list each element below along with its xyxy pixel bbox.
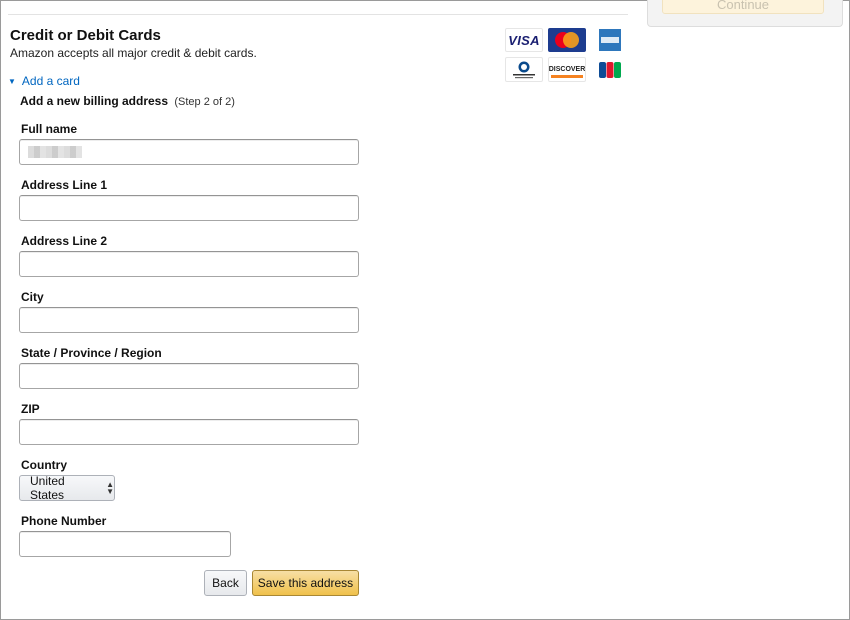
section-title: Credit or Debit Cards bbox=[10, 27, 161, 44]
step-indicator: (Step 2 of 2) bbox=[174, 96, 235, 108]
address-line-1-label: Address Line 1 bbox=[21, 178, 108, 192]
country-selected-value: United States bbox=[30, 474, 65, 502]
discover-stripe bbox=[551, 75, 583, 78]
billing-heading-text: Add a new billing address bbox=[20, 94, 169, 108]
add-card-link[interactable]: ▼ Add a card bbox=[8, 74, 80, 88]
city-input[interactable] bbox=[19, 307, 359, 333]
amex-logo bbox=[591, 28, 629, 52]
full-name-label: Full name bbox=[21, 122, 78, 136]
phone-number-label: Phone Number bbox=[21, 514, 107, 528]
discover-logo-text: DISCOVER bbox=[548, 66, 586, 73]
zip-label: ZIP bbox=[21, 402, 40, 416]
up-down-arrows-icon: ▲ ▼ bbox=[106, 480, 114, 496]
redacted-name bbox=[28, 146, 82, 158]
jcb-logo bbox=[591, 57, 629, 82]
discover-logo: DISCOVER bbox=[548, 57, 586, 82]
state-label: State / Province / Region bbox=[21, 346, 162, 360]
country-label: Country bbox=[21, 458, 67, 472]
state-input[interactable] bbox=[19, 363, 359, 389]
address-line-1-input[interactable] bbox=[19, 195, 359, 221]
top-divider bbox=[8, 14, 628, 15]
address-line-2-label: Address Line 2 bbox=[21, 234, 108, 248]
jcb-icon bbox=[599, 61, 621, 78]
mastercard-logo bbox=[548, 28, 586, 52]
caret-down-icon: ▼ bbox=[8, 76, 16, 86]
billing-address-heading: Add a new billing address (Step 2 of 2) bbox=[20, 94, 235, 108]
mastercard-icon bbox=[555, 32, 579, 48]
amex-icon bbox=[599, 29, 621, 51]
save-address-button[interactable]: Save this address bbox=[252, 570, 359, 596]
zip-input[interactable] bbox=[19, 419, 359, 445]
add-card-label: Add a card bbox=[21, 74, 80, 88]
country-select[interactable]: United States ▲ ▼ bbox=[19, 474, 115, 502]
continue-button[interactable]: Continue bbox=[662, 0, 824, 14]
diners-club-logo bbox=[505, 57, 543, 82]
back-button[interactable]: Back bbox=[204, 570, 247, 596]
address-line-2-input[interactable] bbox=[19, 251, 359, 277]
visa-logo: VISA bbox=[505, 28, 543, 52]
phone-number-input[interactable] bbox=[19, 531, 231, 557]
visa-logo-text: VISA bbox=[508, 32, 540, 48]
city-label: City bbox=[21, 290, 44, 304]
section-subtitle: Amazon accepts all major credit & debit … bbox=[10, 46, 257, 60]
diners-club-icon bbox=[513, 61, 535, 78]
